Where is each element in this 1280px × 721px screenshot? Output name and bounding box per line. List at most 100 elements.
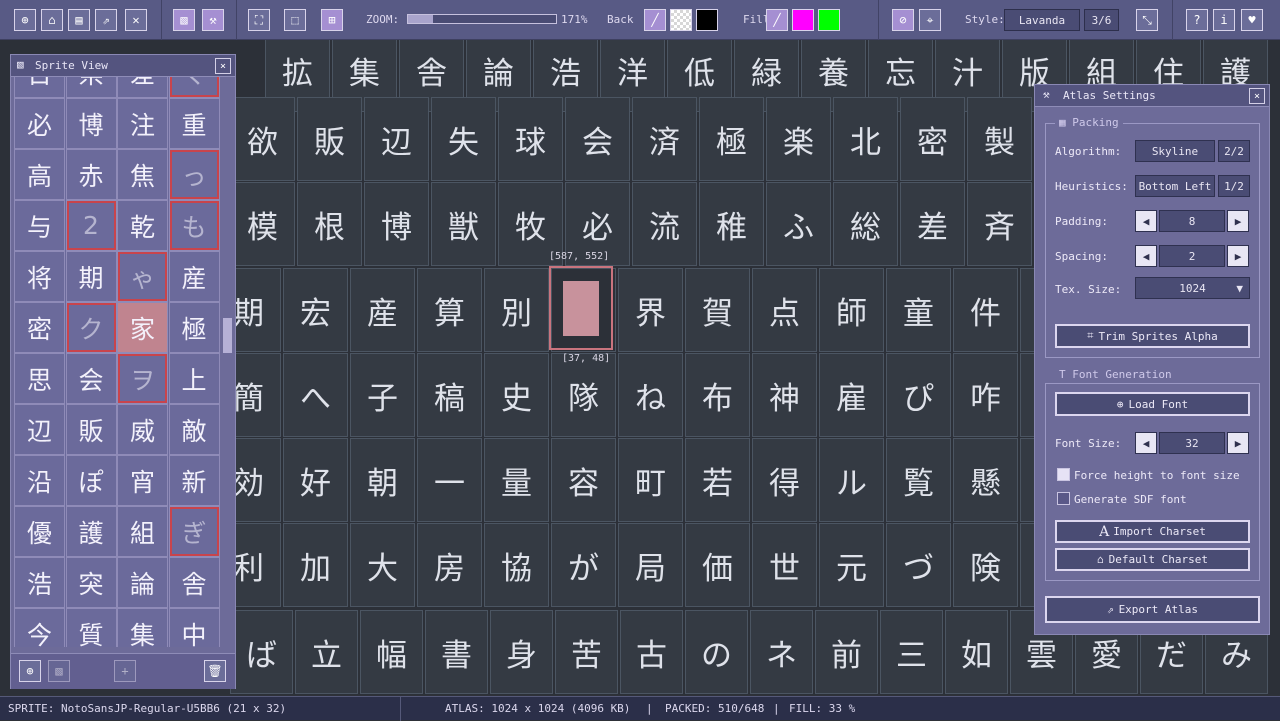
sdf-font-checkbox[interactable]: [1057, 492, 1070, 505]
font-size-decrease-button[interactable]: ◀: [1135, 432, 1157, 454]
glyph-cell[interactable]: 点: [752, 268, 817, 352]
sprite-cell[interactable]: 今: [14, 608, 65, 647]
sprite-cell[interactable]: 2: [65, 200, 117, 251]
glyph-cell[interactable]: 神: [752, 353, 817, 437]
glyph-cell[interactable]: 密: [900, 97, 965, 181]
glyph-cell[interactable]: 好: [283, 438, 348, 522]
glyph-cell[interactable]: 稿: [417, 353, 482, 437]
glyph-cell[interactable]: 三: [880, 610, 943, 694]
spacing-increase-button[interactable]: ▶: [1227, 245, 1249, 267]
glyph-cell[interactable]: 童: [886, 268, 951, 352]
glyph-cell[interactable]: の: [685, 610, 748, 694]
glyph-cell[interactable]: 苦: [555, 610, 618, 694]
glyph-cell[interactable]: 博: [364, 182, 429, 266]
sprite-cell[interactable]: 沿: [14, 455, 65, 506]
sprite-cell[interactable]: 将: [14, 251, 65, 302]
export-file-icon[interactable]: ⇗: [95, 9, 117, 31]
help-icon[interactable]: ?: [1186, 9, 1208, 31]
sprite-cell[interactable]: 会: [65, 353, 117, 404]
sprite-cell[interactable]: ク: [65, 302, 117, 353]
algorithm-value[interactable]: Skyline: [1135, 140, 1215, 162]
style-value[interactable]: Lavanda: [1004, 9, 1080, 31]
sprite-cell[interactable]: 必: [14, 98, 65, 149]
algorithm-page[interactable]: 2/2: [1218, 140, 1250, 162]
glyph-cell[interactable]: が: [551, 523, 616, 607]
sprite-cell[interactable]: 舎: [168, 557, 220, 608]
glyph-cell[interactable]: 房: [417, 523, 482, 607]
glyph-cell[interactable]: 町: [618, 438, 683, 522]
select-icon[interactable]: ⬚: [284, 9, 306, 31]
sprite-cell[interactable]: 護: [65, 506, 117, 557]
trim-sprites-alpha-button[interactable]: ⌗ Trim Sprites Alpha: [1055, 324, 1250, 348]
sprite-cell[interactable]: 県: [65, 77, 117, 98]
glyph-cell[interactable]: 局: [618, 523, 683, 607]
sprite-cell[interactable]: く: [168, 77, 220, 98]
add-icon[interactable]: +: [114, 660, 136, 682]
fill-green-swatch[interactable]: [818, 9, 840, 31]
glyph-cell[interactable]: 球: [498, 97, 563, 181]
padding-value[interactable]: 8: [1159, 210, 1225, 232]
delete-icon[interactable]: 🗑: [204, 660, 226, 682]
image-icon[interactable]: ▧: [48, 660, 70, 682]
glyph-cell[interactable]: 量: [484, 438, 549, 522]
sprite-cell[interactable]: 浩: [14, 557, 65, 608]
selected-glyph-highlight[interactable]: [549, 266, 613, 350]
sprite-cell[interactable]: 重: [168, 98, 220, 149]
glyph-cell[interactable]: 史: [484, 353, 549, 437]
glyph-cell[interactable]: 隊: [551, 353, 616, 437]
sprite-cell[interactable]: 辺: [14, 404, 65, 455]
default-charset-button[interactable]: ⌂ Default Charset: [1055, 548, 1250, 571]
no-fill-icon[interactable]: ⊘: [892, 9, 914, 31]
sprite-cell[interactable]: 上: [168, 353, 220, 404]
style-edit-icon[interactable]: ⤡: [1136, 9, 1158, 31]
glyph-cell[interactable]: 布: [685, 353, 750, 437]
padding-decrease-button[interactable]: ◀: [1135, 210, 1157, 232]
glyph-cell[interactable]: 流: [632, 182, 697, 266]
glyph-cell[interactable]: 一: [417, 438, 482, 522]
glyph-cell[interactable]: 若: [685, 438, 750, 522]
glyph-cell[interactable]: 古: [620, 610, 683, 694]
glyph-cell[interactable]: 楽: [766, 97, 831, 181]
close-icon[interactable]: ×: [1249, 88, 1265, 104]
sprite-cell[interactable]: 日: [14, 77, 65, 98]
glyph-cell[interactable]: 件: [953, 268, 1018, 352]
close-icon[interactable]: ×: [215, 58, 231, 74]
glyph-cell[interactable]: 大: [350, 523, 415, 607]
sprite-cell[interactable]: 論: [117, 557, 168, 608]
glyph-cell[interactable]: 欲: [230, 97, 295, 181]
glyph-cell[interactable]: 険: [953, 523, 1018, 607]
glyph-cell[interactable]: 書: [425, 610, 488, 694]
font-size-value[interactable]: 32: [1159, 432, 1225, 454]
glyph-cell[interactable]: 価: [685, 523, 750, 607]
settings-icon[interactable]: ⚒: [202, 9, 224, 31]
sprite-cell[interactable]: 販: [65, 404, 117, 455]
glyph-cell[interactable]: 根: [297, 182, 362, 266]
grid-icon[interactable]: ⊞: [321, 9, 343, 31]
texsize-dropdown[interactable]: 1024 ▼: [1135, 277, 1250, 299]
image-icon[interactable]: ▧: [173, 9, 195, 31]
glyph-cell[interactable]: 加: [283, 523, 348, 607]
glyph-cell[interactable]: 辺: [364, 97, 429, 181]
glyph-cell[interactable]: づ: [886, 523, 951, 607]
glyph-cell[interactable]: 身: [490, 610, 553, 694]
glyph-cell[interactable]: ば: [230, 610, 293, 694]
atlas-settings-titlebar[interactable]: ⚒ Atlas Settings ×: [1035, 85, 1269, 107]
glyph-cell[interactable]: 差: [900, 182, 965, 266]
glyph-cell[interactable]: 会: [565, 97, 630, 181]
fit-icon[interactable]: ⛶: [248, 9, 270, 31]
padding-increase-button[interactable]: ▶: [1227, 210, 1249, 232]
glyph-cell[interactable]: 製: [967, 97, 1032, 181]
sprite-cell[interactable]: 威: [117, 404, 168, 455]
heart-icon[interactable]: ♥: [1241, 9, 1263, 31]
sprite-cell[interactable]: 極: [168, 302, 220, 353]
sprite-cell[interactable]: 赤: [65, 149, 117, 200]
sprite-cell[interactable]: 思: [14, 353, 65, 404]
sprite-cell[interactable]: 中: [168, 608, 220, 647]
sprite-cell[interactable]: も: [168, 200, 220, 251]
glyph-cell[interactable]: ル: [819, 438, 884, 522]
crosshair-icon[interactable]: ⌖: [919, 9, 941, 31]
close-file-icon[interactable]: ✕: [125, 9, 147, 31]
glyph-cell[interactable]: 咋: [953, 353, 1018, 437]
glyph-cell[interactable]: ね: [618, 353, 683, 437]
sprite-cell[interactable]: 敵: [168, 404, 220, 455]
